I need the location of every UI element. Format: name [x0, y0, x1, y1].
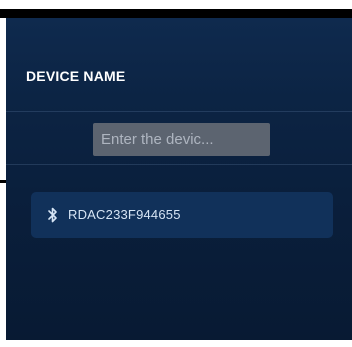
device-screen: DEVICE NAME RDAC233F944655 — [6, 18, 352, 340]
device-name-field[interactable] — [93, 123, 270, 156]
screenshot-frame: DEVICE NAME RDAC233F944655 — [0, 0, 352, 347]
page-title: DEVICE NAME — [26, 68, 126, 84]
bluetooth-icon — [48, 207, 57, 223]
device-list-item[interactable]: RDAC233F944655 — [31, 192, 333, 238]
top-black-bar — [0, 9, 352, 18]
device-name-label: RDAC233F944655 — [68, 207, 181, 222]
device-name-input[interactable] — [93, 123, 270, 156]
bottom-edge — [6, 340, 352, 347]
divider-top — [6, 111, 352, 112]
divider-bottom — [6, 164, 352, 165]
